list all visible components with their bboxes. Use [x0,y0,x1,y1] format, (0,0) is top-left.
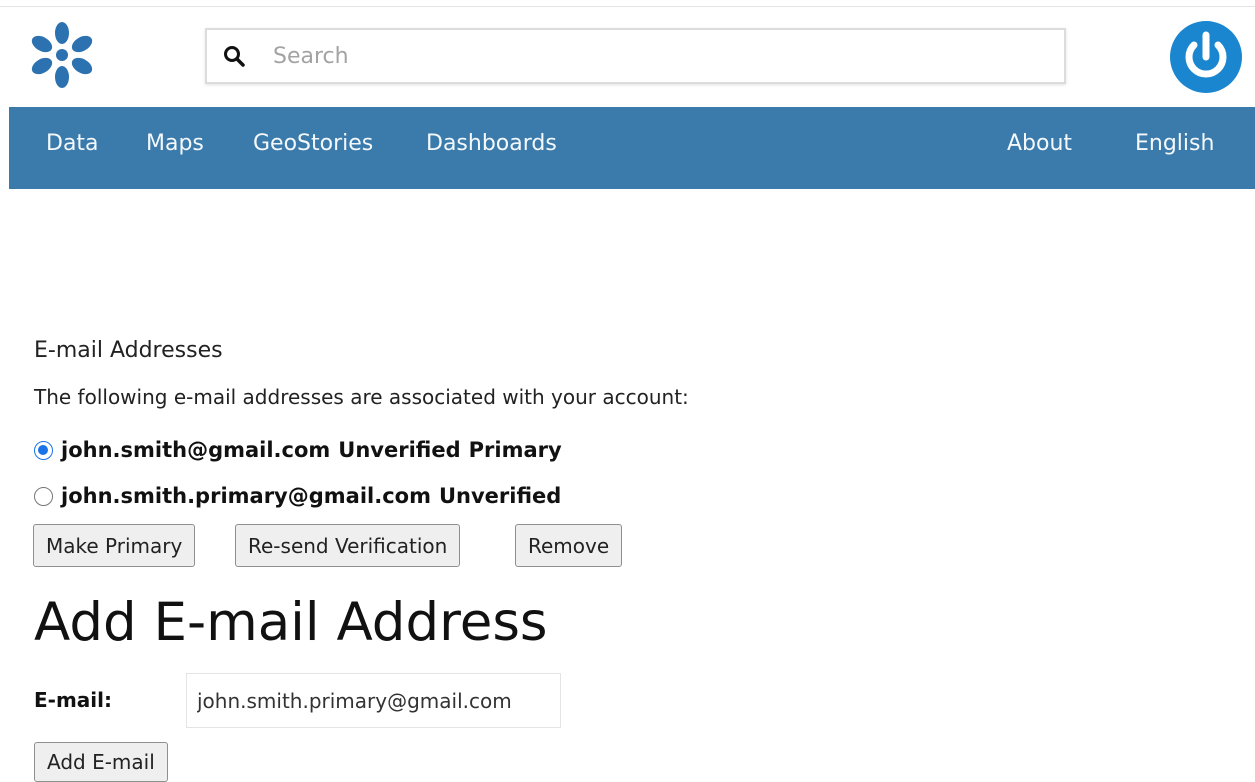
email-radio-unselected[interactable] [34,486,53,506]
search-bar[interactable] [205,28,1066,84]
verification-status: Unverified [438,484,562,508]
power-icon[interactable] [1170,21,1242,93]
nav-item-about[interactable]: About [1007,131,1072,156]
nav-item-dashboards[interactable]: Dashboards [426,131,557,156]
header [0,7,1255,107]
search-icon [224,46,245,67]
asterisk-flower-logo-icon[interactable] [26,19,98,91]
email-radio-selected[interactable] [34,440,53,460]
verification-status: Unverified [338,438,461,462]
email-address: john.smith@gmail.com [61,438,331,462]
email-addresses-heading: E-mail Addresses [34,338,223,363]
email-field-label: E-mail: [34,688,113,712]
email-address: john.smith.primary@gmail.com [61,484,431,508]
add-email-heading: Add E-mail Address [34,592,548,653]
remove-button[interactable]: Remove [515,524,623,567]
add-email-button[interactable]: Add E-mail [34,742,168,782]
nav-item-maps[interactable]: Maps [146,131,204,156]
primary-badge: Primary [468,438,562,462]
email-option-row[interactable]: john.smith@gmail.com Unverified Primary [34,435,570,465]
nav-item-data[interactable]: Data [46,131,99,156]
make-primary-button[interactable]: Make Primary [33,524,196,567]
resend-verification-button[interactable]: Re-send Verification [235,524,461,567]
email-field[interactable] [186,673,561,728]
search-input[interactable] [273,38,1053,74]
nav-item-geostories[interactable]: GeoStories [253,131,373,156]
main-navbar: Data Maps GeoStories Dashboards About En… [9,107,1255,189]
email-addresses-description: The following e-mail addresses are assoc… [34,385,689,409]
email-option-row[interactable]: john.smith.primary@gmail.com Unverified [34,481,569,511]
nav-item-language[interactable]: English [1135,131,1214,156]
